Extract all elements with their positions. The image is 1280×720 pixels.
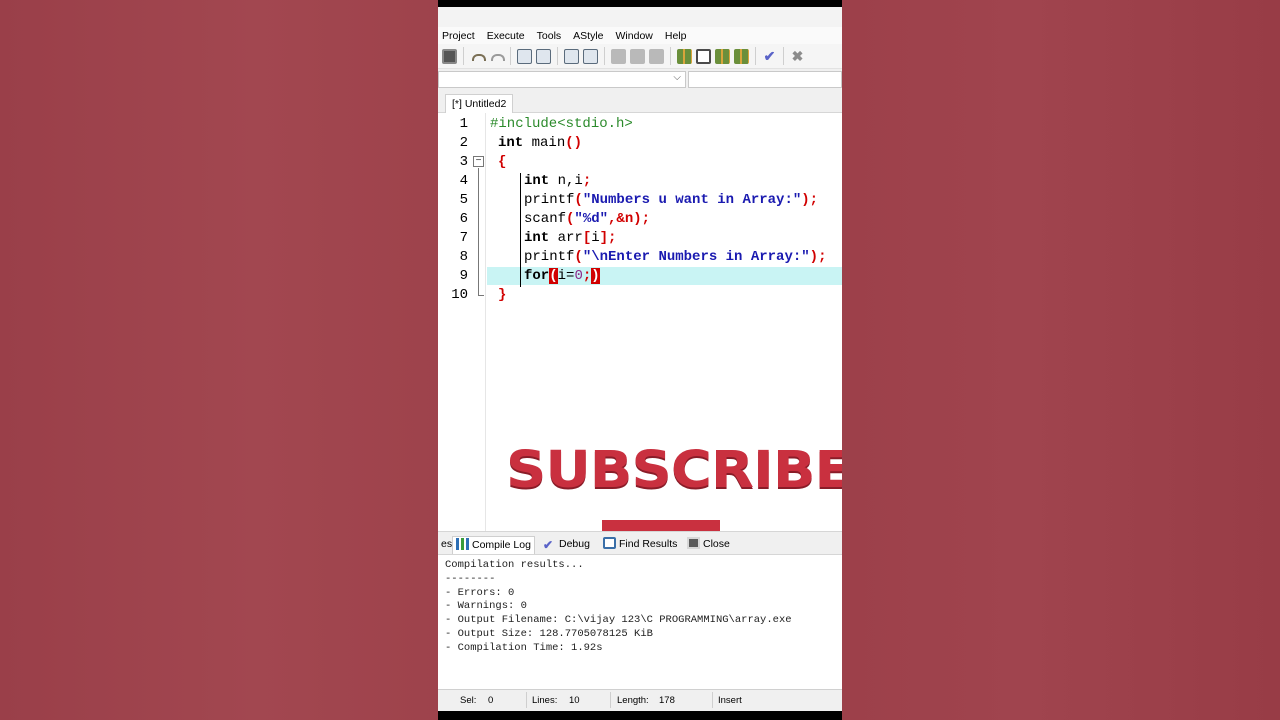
- line-number: 2: [459, 135, 468, 151]
- check-icon: ✔: [543, 538, 554, 552]
- indent-left-icon[interactable]: [611, 48, 626, 64]
- top-black-bar: [438, 0, 842, 7]
- toolbar-separator: [510, 47, 511, 65]
- find-icon[interactable]: [517, 48, 532, 64]
- redo-icon[interactable]: [489, 49, 505, 64]
- code-line-7: int arr[i];: [524, 230, 617, 246]
- ide-window: Project Execute Tools AStyle Window Help…: [438, 0, 842, 720]
- toolbar-separator: [783, 47, 784, 65]
- status-divider: [712, 692, 713, 708]
- bookmark-icon[interactable]: [583, 48, 598, 64]
- undo-icon[interactable]: [470, 49, 486, 64]
- log-line: - Output Filename: C:\vijay 123\C PROGRA…: [445, 614, 792, 627]
- line-number: 10: [451, 287, 468, 303]
- window-icon[interactable]: [696, 48, 711, 64]
- log-line: Compilation results...: [445, 559, 584, 571]
- print-icon[interactable]: [442, 48, 457, 64]
- menu-astyle[interactable]: AStyle: [573, 30, 603, 42]
- close-icon: [687, 537, 700, 549]
- menu-execute[interactable]: Execute: [487, 30, 525, 42]
- class-browser-icon[interactable]: [715, 48, 730, 64]
- function-select[interactable]: [688, 71, 842, 88]
- toolbar-separator: [463, 47, 464, 65]
- status-length-value: 178: [659, 695, 675, 706]
- bottom-tab-bar: es Compile Log ✔ Debug Find Results Close: [438, 531, 842, 555]
- log-line: - Warnings: 0: [445, 600, 527, 613]
- toolbar-separator: [755, 47, 756, 65]
- log-line: - Output Size: 128.7705078125 KiB: [445, 627, 653, 640]
- tile-icon[interactable]: [734, 48, 749, 64]
- compile-log-output: Compilation results... -------- - Errors…: [438, 555, 842, 689]
- code-line-10: }: [498, 287, 507, 303]
- chevron-down-icon: ⌵: [673, 72, 681, 83]
- line-number: 4: [459, 173, 468, 189]
- subscribe-underline: [602, 520, 720, 531]
- menu-tools[interactable]: Tools: [537, 30, 562, 42]
- status-divider: [526, 692, 527, 708]
- menu-project[interactable]: Project: [442, 30, 475, 42]
- find-icon: [603, 537, 616, 549]
- code-line-4: int n,i;: [524, 173, 592, 189]
- toggle-comment-icon[interactable]: [649, 48, 664, 64]
- toolbar-separator: [557, 47, 558, 65]
- tab-compile-log[interactable]: Compile Log: [452, 536, 535, 554]
- fold-toggle-icon[interactable]: −: [473, 156, 484, 167]
- fold-end: [478, 295, 484, 296]
- status-bar: Sel: 0 Lines: 10 Length: 178 Insert: [438, 689, 842, 711]
- code-line-6: scanf("%d",&n);: [524, 211, 651, 227]
- bottom-black-bar: [438, 711, 842, 720]
- code-line-1: #include<stdio.h>: [490, 116, 633, 132]
- log-line: --------: [445, 572, 496, 585]
- new-project-icon[interactable]: [677, 48, 692, 64]
- status-sel-value: 0: [488, 695, 494, 706]
- close-icon[interactable]: ✖: [790, 48, 805, 64]
- line-number: 7: [459, 230, 468, 246]
- status-length-label: Length:: [617, 695, 649, 706]
- line-number: 8: [459, 249, 468, 265]
- line-number: 9: [459, 268, 468, 284]
- title-gap: [438, 7, 842, 27]
- line-number: 5: [459, 192, 468, 208]
- code-line-9: for(i=0;): [524, 268, 600, 284]
- toolbar: ✔ ✖: [438, 44, 842, 69]
- status-divider: [610, 692, 611, 708]
- status-lines-value: 10: [569, 695, 580, 706]
- check-icon[interactable]: ✔: [762, 48, 777, 64]
- status-mode: Insert: [718, 695, 742, 706]
- menu-bar: Project Execute Tools AStyle Window Help: [438, 27, 842, 44]
- menu-window[interactable]: Window: [616, 30, 653, 42]
- chart-icon: [456, 538, 469, 550]
- log-line: - Errors: 0: [445, 586, 515, 599]
- code-editor[interactable]: 1 2 3 4 5 6 7 8 9 10 − #include<stdio.h>…: [438, 113, 842, 531]
- tab-find-results[interactable]: Find Results: [600, 536, 680, 554]
- code-line-2: int main(): [498, 135, 583, 151]
- code-line-8: printf("\nEnter Numbers in Array:");: [524, 249, 827, 265]
- goto-line-icon[interactable]: [564, 48, 579, 64]
- compiler-bar: ⌵: [438, 69, 842, 91]
- indent-right-icon[interactable]: [630, 48, 645, 64]
- replace-icon[interactable]: [536, 48, 551, 64]
- line-number: 1: [459, 116, 468, 132]
- tab-untitled2[interactable]: [*] Untitled2: [445, 94, 514, 113]
- code-line-3: {: [498, 154, 507, 170]
- status-lines-label: Lines:: [532, 695, 558, 706]
- toolbar-separator: [604, 47, 605, 65]
- tab-debug[interactable]: ✔ Debug: [540, 536, 593, 554]
- log-line: - Compilation Time: 1.92s: [445, 641, 603, 654]
- compiler-select[interactable]: ⌵: [438, 71, 686, 88]
- toolbar-separator: [670, 47, 671, 65]
- subscribe-overlay: SUBSCRIBE: [506, 441, 842, 500]
- status-sel-label: Sel:: [460, 695, 477, 706]
- line-number: 6: [459, 211, 468, 227]
- menu-help[interactable]: Help: [665, 30, 687, 42]
- indent-guide: [520, 173, 521, 287]
- fold-line: [478, 168, 479, 295]
- line-number: 3: [459, 154, 468, 170]
- editor-tab-bar: [*] Untitled2: [438, 91, 842, 113]
- tab-close[interactable]: Close: [684, 536, 733, 554]
- code-line-5: printf("Numbers u want in Array:");: [524, 192, 819, 208]
